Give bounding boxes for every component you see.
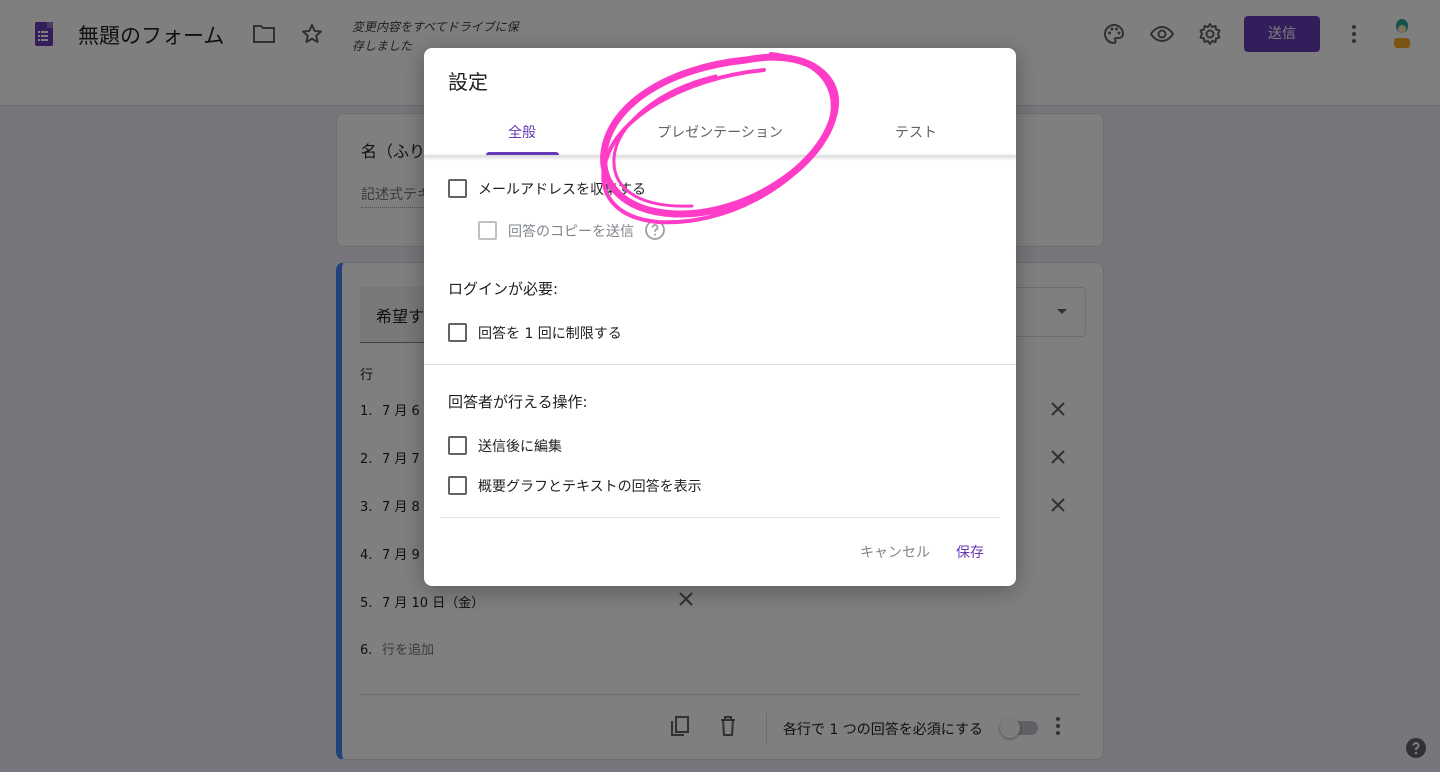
edit-after-submit-label[interactable]: 送信後に編集 [478,436,562,456]
actions-divider [440,517,1000,518]
respondents-can-heading: 回答者が行える操作: [448,393,588,411]
save-button[interactable]: 保存 [956,542,984,562]
show-summary-label[interactable]: 概要グラフとテキストの回答を表示 [478,476,702,496]
tab-test[interactable]: テスト [876,122,956,142]
collect-email-checkbox[interactable] [448,179,467,198]
send-copy-checkbox[interactable] [478,221,497,240]
cancel-button[interactable]: キャンセル [860,542,930,562]
dialog-title: 設定 [448,70,488,94]
show-summary-checkbox[interactable] [448,476,467,495]
limit-one-response-checkbox[interactable] [448,323,467,342]
section-divider [424,364,1016,365]
edit-after-submit-checkbox[interactable] [448,436,467,455]
tab-general[interactable]: 全般 [486,122,558,142]
highlight-circle-annotation [600,52,839,225]
login-required-heading: ログインが必要: [448,280,559,298]
limit-one-response-label[interactable]: 回答を 1 回に制限する [478,323,622,343]
